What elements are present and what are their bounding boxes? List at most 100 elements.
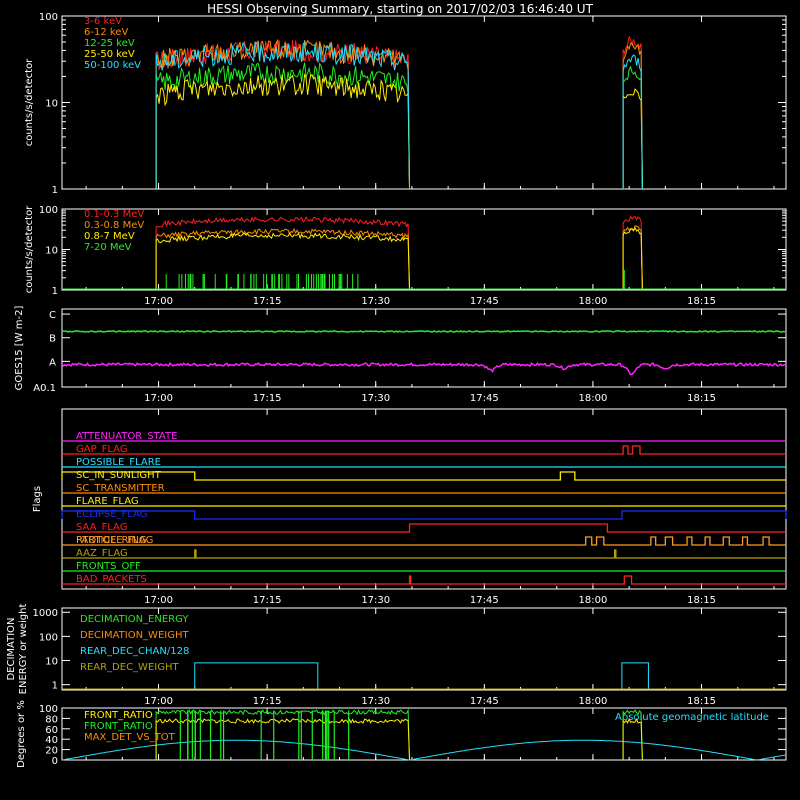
series-line [61, 330, 786, 333]
series-line [155, 708, 411, 761]
flag-trace [62, 549, 786, 559]
panel-5: 020406080100Degrees or % Absolute geomagn… [16, 700, 787, 768]
flag-trace [62, 445, 786, 455]
panel-frame [61, 308, 787, 388]
y-tick-label: 1000 [33, 608, 58, 619]
x-tick-label: 17:15 [253, 696, 282, 707]
series-line [61, 362, 786, 376]
series-line [622, 35, 643, 190]
x-tick-label: 18:00 [579, 595, 608, 606]
y-tick-label: 0 [52, 756, 58, 767]
x-tick-label: 17:45 [470, 696, 499, 707]
series-line [622, 226, 643, 291]
y-tick-label: 10 [45, 657, 58, 668]
y-tick-label: 1 [52, 681, 58, 692]
x-tick-label: 17:30 [361, 696, 390, 707]
panel-0: 1 10 100 counts/s/detector 3-6 keV6-12 keV12… [24, 12, 787, 196]
y-axis-label: Degrees or % [16, 700, 27, 768]
legend-entry: REAR_DEC_CHAN/128 [80, 646, 189, 657]
y-tick-label: 100 [39, 632, 58, 643]
series-line [622, 65, 643, 190]
legend-entry: 6-12 keV [84, 27, 128, 38]
series-line [622, 717, 643, 761]
series-line [155, 41, 411, 190]
y-tick-label: 100 [39, 12, 58, 23]
y-axis-label: counts/s/detector [24, 205, 35, 293]
series-line [622, 215, 643, 291]
x-tick-label: 17:00 [144, 296, 173, 307]
x-tick-label: 17:00 [144, 393, 173, 404]
legend-entry: MAX_DET_VS_TOT [84, 732, 176, 743]
legend-entry: DECIMATION_WEIGHT [80, 630, 189, 641]
legend-entry: 12-25 keV [84, 38, 135, 49]
x-tick-label: 18:00 [579, 296, 608, 307]
y-axis-label: ENERGY or weight [18, 604, 29, 695]
x-tick-label: 17:15 [253, 393, 282, 404]
legend-entry: 0.3-0.8 MeV [84, 220, 144, 231]
x-tick-label: 17:15 [253, 296, 282, 307]
legend-entry: 0.8-7 MeV [84, 231, 135, 242]
y-tick-label: 10 [45, 246, 58, 257]
series-line [622, 225, 643, 291]
panel-2: 17:00 17:15 17:30 17:45 18:00 18:15 A0.1 A B C GOE… [14, 306, 787, 404]
y-tick-label: 100 [39, 205, 58, 216]
x-tick-label: 17:00 [144, 595, 173, 606]
flag-trace [61, 471, 786, 481]
y-tick-label: 1 [52, 286, 58, 297]
series-line [61, 739, 787, 761]
x-tick-label: 18:15 [687, 296, 716, 307]
x-tick-label: 17:30 [361, 296, 390, 307]
series-line [155, 232, 411, 291]
legend-entry: 3-6 keV [84, 16, 122, 27]
y-tick-label: 1 [52, 185, 58, 196]
panel-4: 17:00 17:15 17:30 17:45 18:00 18:15 1 10 100 1000… [6, 604, 787, 707]
x-tick-label: 17:00 [144, 696, 173, 707]
panel-1: 17:00 17:15 17:30 17:45 18:00 18:15 1 10 100 coun… [24, 205, 787, 307]
flag-trace [62, 575, 786, 585]
legend-entry: 50-100 keV [84, 60, 141, 71]
panel-frame [61, 15, 787, 190]
y-tick-label: 60 [45, 725, 58, 736]
panel-frame [61, 208, 787, 291]
flag-trace [61, 510, 787, 520]
x-tick-label: 18:00 [579, 696, 608, 707]
legend-entry: 7-20 MeV [84, 242, 132, 253]
x-tick-label: 18:00 [579, 393, 608, 404]
y-axis-label: GOES15 [W m-2] [14, 306, 25, 391]
y-tick-label: 10 [45, 99, 58, 110]
legend-entry: REAR_DEC_WEIGHT [80, 662, 179, 673]
series-line [155, 215, 411, 291]
y-tick-label: C [49, 310, 56, 321]
y-tick-label: A [49, 357, 56, 368]
x-tick-label: 18:15 [687, 393, 716, 404]
y-tick-label: 40 [45, 735, 58, 746]
x-tick-label: 18:15 [687, 696, 716, 707]
plot-title: HESSI Observing Summary, starting on 201… [207, 2, 593, 16]
x-tick-label: 17:45 [470, 595, 499, 606]
y-axis-label: DECIMATION [6, 617, 17, 680]
flag-trace [62, 523, 786, 533]
legend-entry: 0.1-0.3 MeV [84, 209, 144, 220]
hessi-summary-plot: HESSI Observing Summary, starting on 201… [6, 2, 787, 768]
y-tick-label: 100 [39, 704, 58, 715]
y-tick-label: B [49, 334, 56, 345]
series-line [155, 72, 411, 190]
x-tick-label: 17:30 [361, 393, 390, 404]
x-tick-label: 17:15 [253, 595, 282, 606]
y-tick-label: 80 [45, 714, 58, 725]
x-tick-label: 17:30 [361, 595, 390, 606]
panel-3: 17:00 17:15 17:30 17:45 18:00 18:15FlagsATTEN… [32, 408, 787, 606]
x-tick-label: 17:45 [470, 296, 499, 307]
series-line [155, 39, 411, 190]
legend-entry: DECIMATION_ENERGY [80, 614, 189, 625]
y-tick-label: A0.1 [33, 383, 56, 394]
series-line [622, 54, 643, 190]
y-axis-label: counts/s/detector [24, 58, 35, 146]
legend-entry: FRONT_RATIO [84, 721, 153, 732]
flag-overlay-label: RTOTOE_RING [76, 535, 147, 546]
x-tick-label: 18:15 [687, 595, 716, 606]
y-tick-label: 20 [45, 746, 58, 757]
flag-trace [62, 536, 786, 546]
series-line [155, 718, 411, 761]
legend-entry: 25-50 keV [84, 49, 135, 60]
